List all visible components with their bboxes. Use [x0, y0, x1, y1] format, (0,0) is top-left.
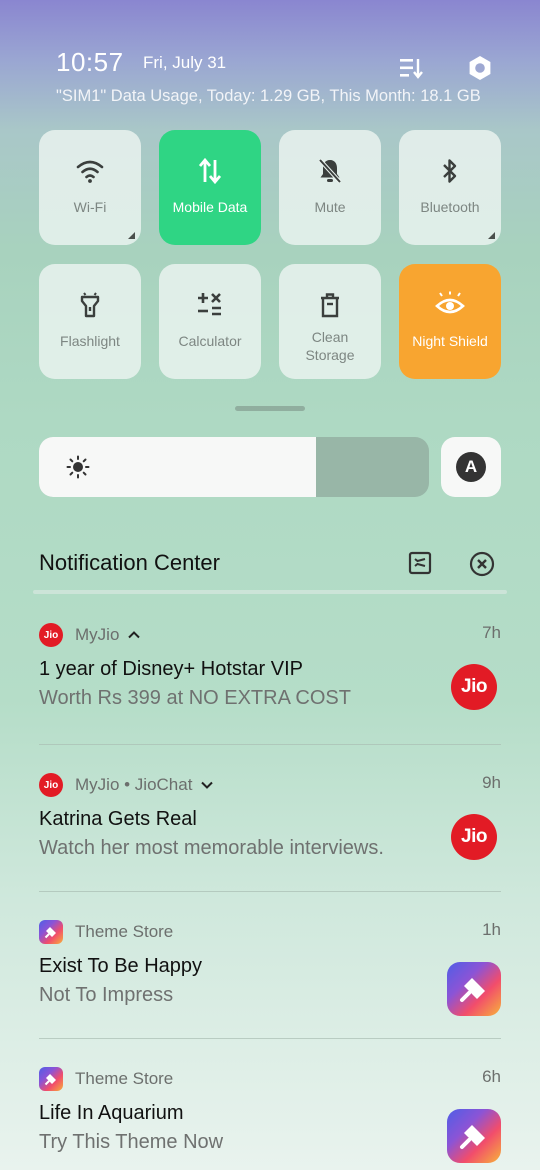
- notification-title: Katrina Gets Real: [39, 808, 197, 830]
- mute-bell-icon: [317, 156, 343, 186]
- edit-tiles-icon[interactable]: [396, 53, 426, 83]
- tile-mute[interactable]: Mute: [279, 130, 381, 245]
- notification-time: 7h: [482, 623, 501, 642]
- expand-corner-icon: [488, 232, 495, 239]
- sun-icon: [66, 455, 90, 484]
- expand-corner-icon: [128, 232, 135, 239]
- notification-item[interactable]: Theme Store 6h Life In Aquarium Try This…: [39, 1067, 501, 1163]
- tile-label: Night Shield: [412, 333, 488, 349]
- theme-store-thumbnail-icon: [447, 1109, 501, 1163]
- notification-title: Life In Aquarium: [39, 1102, 184, 1124]
- notification-thumbnail: Jio: [447, 660, 501, 714]
- notification-title: Exist To Be Happy: [39, 955, 203, 977]
- divider: [39, 1038, 501, 1039]
- eye-icon: [434, 290, 466, 320]
- notification-item[interactable]: Jio MyJio • JioChat 9h Katrina Gets Real…: [39, 773, 501, 860]
- notification-body: Not To Impress: [39, 984, 174, 1006]
- chevron-up-icon[interactable]: [127, 628, 141, 642]
- notification-body: Worth Rs 399 at NO EXTRA COST: [39, 687, 351, 709]
- theme-store-app-icon: [39, 920, 63, 944]
- tile-flashlight[interactable]: Flashlight: [39, 264, 141, 379]
- divider: [33, 590, 507, 594]
- tile-label: Bluetooth: [420, 199, 480, 215]
- manage-notifications-icon[interactable]: [408, 551, 432, 580]
- calculator-icon: [196, 290, 224, 320]
- settings-icon[interactable]: [465, 53, 495, 83]
- tile-label: Clean Storage: [305, 329, 355, 363]
- notification-item[interactable]: Jio MyJio 7h 1 year of Disney+ Hotstar V…: [39, 623, 501, 710]
- myjio-app-icon: Jio: [39, 773, 63, 797]
- trash-icon: [318, 290, 342, 320]
- auto-brightness-button[interactable]: A: [441, 437, 501, 497]
- notification-time: 6h: [482, 1067, 501, 1086]
- notification-item[interactable]: Theme Store 1h Exist To Be Happy Not To …: [39, 920, 501, 1016]
- jio-logo: Jio: [451, 664, 497, 710]
- bluetooth-icon: [439, 156, 461, 186]
- brightness-slider[interactable]: [39, 437, 429, 497]
- notification-app-name: Theme Store: [75, 922, 174, 941]
- tile-label: Flashlight: [60, 333, 120, 349]
- notification-thumbnail: Jio: [447, 810, 501, 864]
- flashlight-icon: [78, 290, 102, 320]
- tile-label: Mute: [314, 199, 346, 215]
- tile-wifi[interactable]: Wi-Fi: [39, 130, 141, 245]
- theme-store-thumbnail-icon: [447, 962, 501, 1016]
- wifi-icon: [75, 156, 105, 186]
- chevron-down-icon[interactable]: [200, 778, 214, 792]
- myjio-app-icon: Jio: [39, 623, 63, 647]
- divider: [39, 891, 501, 892]
- notification-title: 1 year of Disney+ Hotstar VIP: [39, 658, 304, 680]
- tile-bluetooth[interactable]: Bluetooth: [399, 130, 501, 245]
- notification-time: 9h: [482, 773, 501, 792]
- tile-label: Wi-Fi: [73, 199, 107, 215]
- notification-center-title: Notification Center: [39, 550, 220, 575]
- auto-brightness-label: A: [456, 452, 486, 482]
- clear-all-icon[interactable]: [469, 551, 495, 582]
- tile-label: Mobile Data: [172, 199, 248, 215]
- tile-label: Calculator: [178, 333, 242, 349]
- notification-app-name: MyJio • JioChat: [75, 775, 193, 794]
- tile-calculator[interactable]: Calculator: [159, 264, 261, 379]
- notification-time: 1h: [482, 920, 501, 939]
- date-label: Fri, July 31: [143, 53, 227, 72]
- clock-time: 10:57: [56, 47, 124, 77]
- notification-body: Watch her most memorable interviews.: [39, 837, 384, 859]
- tile-mobile-data[interactable]: Mobile Data: [159, 130, 261, 245]
- notification-body: Try This Theme Now: [39, 1131, 224, 1153]
- tile-night-shield[interactable]: Night Shield: [399, 264, 501, 379]
- theme-store-app-icon: [39, 1067, 63, 1091]
- panel-drag-handle[interactable]: [235, 406, 305, 411]
- mobile-data-icon: [197, 156, 223, 186]
- divider: [39, 744, 501, 745]
- data-usage-text[interactable]: "SIM1" Data Usage, Today: 1.29 GB, This …: [56, 87, 481, 106]
- jio-logo: Jio: [451, 814, 497, 860]
- notification-app-name: MyJio: [75, 625, 120, 644]
- notification-app-name: Theme Store: [75, 1069, 174, 1088]
- tile-clean-storage[interactable]: Clean Storage: [279, 264, 381, 379]
